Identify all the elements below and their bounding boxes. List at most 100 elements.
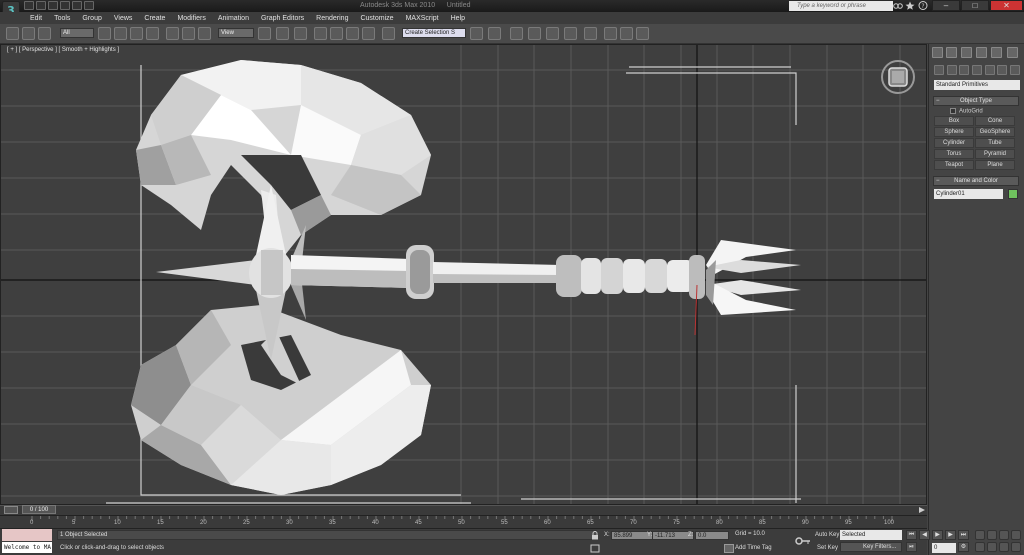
maximize-button[interactable]: □ <box>961 0 989 11</box>
search-input[interactable]: Type a keyword or phrase <box>789 1 893 11</box>
key-filters-button[interactable]: Key Filters... <box>840 542 902 552</box>
angle-snap-icon[interactable] <box>330 27 343 40</box>
move-icon[interactable] <box>166 27 179 40</box>
spinner-snap-icon[interactable] <box>362 27 375 40</box>
z-coordinate-field[interactable]: 0.0 <box>695 531 729 540</box>
geometry-icon[interactable] <box>934 65 944 75</box>
curve-editor-icon[interactable] <box>546 27 559 40</box>
edit-named-selection-icon[interactable] <box>382 27 395 40</box>
menu-tools[interactable]: Tools <box>54 15 70 22</box>
menu-views[interactable]: Views <box>114 15 133 22</box>
menu-graph-editors[interactable]: Graph Editors <box>261 15 304 22</box>
selection-filter-dropdown[interactable]: All <box>60 28 94 38</box>
menu-create[interactable]: Create <box>144 15 165 22</box>
go-to-start-icon[interactable]: ⏮ <box>906 530 917 540</box>
render-production-icon[interactable] <box>636 27 649 40</box>
select-object-icon[interactable] <box>98 27 111 40</box>
unlink-icon[interactable] <box>22 27 35 40</box>
maxscript-listener-top[interactable] <box>2 529 52 541</box>
perspective-viewport[interactable]: [ + ] [ Perspective ] [ Smooth + Highlig… <box>0 44 927 505</box>
maxscript-listener[interactable]: Welcome to MA <box>2 542 52 553</box>
named-selection-dropdown[interactable]: Create Selection S <box>402 28 466 38</box>
help-icon[interactable]: ? <box>918 1 928 10</box>
plane-button[interactable]: Plane <box>975 160 1015 170</box>
utilities-tab-icon[interactable] <box>1007 47 1018 58</box>
redo-icon[interactable] <box>72 1 82 10</box>
time-tag-icon[interactable] <box>724 544 734 553</box>
close-button[interactable]: ✕ <box>990 0 1023 11</box>
maximize-viewport-icon[interactable] <box>1011 542 1021 552</box>
space-warps-icon[interactable] <box>997 65 1007 75</box>
scale-icon[interactable] <box>198 27 211 40</box>
selection-set-dropdown[interactable]: Selected <box>840 530 902 540</box>
viewport-label[interactable]: [ + ] [ Perspective ] [ Smooth + Highlig… <box>7 47 119 53</box>
isolate-selection-icon[interactable] <box>590 544 600 553</box>
cameras-icon[interactable] <box>972 65 982 75</box>
key-mode-icon[interactable]: ⏯ <box>906 542 917 552</box>
lights-icon[interactable] <box>959 65 969 75</box>
schematic-view-icon[interactable] <box>564 27 577 40</box>
shapes-icon[interactable] <box>947 65 957 75</box>
key-icon[interactable] <box>795 536 811 546</box>
modify-tab-icon[interactable] <box>946 47 957 58</box>
rect-selection-icon[interactable] <box>130 27 143 40</box>
menu-edit[interactable]: Edit <box>30 15 42 22</box>
select-manipulate-icon[interactable] <box>276 27 289 40</box>
menu-help[interactable]: Help <box>451 15 465 22</box>
zoom-extents-all-icon[interactable] <box>1011 530 1021 540</box>
pan-icon[interactable] <box>987 542 997 552</box>
open-file-icon[interactable] <box>36 1 46 10</box>
rendered-frame-icon[interactable] <box>620 27 633 40</box>
previous-frame-icon[interactable]: ◀ <box>919 530 930 540</box>
display-tab-icon[interactable] <box>991 47 1002 58</box>
current-frame-field[interactable]: 0 <box>932 543 956 553</box>
select-and-link-icon[interactable] <box>6 27 19 40</box>
render-setup-icon[interactable] <box>604 27 617 40</box>
window-crossing-icon[interactable] <box>146 27 159 40</box>
rotate-icon[interactable] <box>182 27 195 40</box>
menu-maxscript[interactable]: MAXScript <box>406 15 439 22</box>
bind-space-warp-icon[interactable] <box>38 27 51 40</box>
binoculars-icon[interactable] <box>893 1 903 10</box>
graphite-ribbon-icon[interactable] <box>528 27 541 40</box>
minimize-button[interactable]: – <box>932 0 960 11</box>
new-file-icon[interactable] <box>24 1 34 10</box>
reference-coord-dropdown[interactable]: View <box>218 28 254 38</box>
primitive-type-dropdown[interactable]: Standard Primitives <box>934 80 1020 90</box>
torus-button[interactable]: Torus <box>934 149 974 159</box>
set-key-button[interactable]: Set Key <box>817 545 838 551</box>
geosphere-button[interactable]: GeoSphere <box>975 127 1015 137</box>
layer-manager-icon[interactable] <box>510 27 523 40</box>
menu-group[interactable]: Group <box>82 15 101 22</box>
star-icon[interactable] <box>905 1 915 10</box>
motion-tab-icon[interactable] <box>976 47 987 58</box>
menu-animation[interactable]: Animation <box>218 15 249 22</box>
systems-icon[interactable] <box>1010 65 1020 75</box>
teapot-button[interactable]: Teapot <box>934 160 974 170</box>
time-configuration-icon[interactable]: ⚙ <box>958 542 969 552</box>
play-icon[interactable]: ▶ <box>932 530 943 540</box>
cone-button[interactable]: Cone <box>975 116 1015 126</box>
menu-customize[interactable]: Customize <box>360 15 393 22</box>
zoom-icon[interactable] <box>975 530 985 540</box>
time-slider[interactable] <box>0 505 927 515</box>
snaps-toggle-icon[interactable] <box>314 27 327 40</box>
menu-modifiers[interactable]: Modifiers <box>177 15 205 22</box>
material-editor-icon[interactable] <box>584 27 597 40</box>
lock-selection-icon[interactable] <box>590 531 600 540</box>
percent-snap-icon[interactable] <box>346 27 359 40</box>
zoom-all-icon[interactable] <box>987 530 997 540</box>
object-type-rollout[interactable]: − Object Type <box>933 96 1019 106</box>
box-button[interactable]: Box <box>934 116 974 126</box>
helpers-icon[interactable] <box>985 65 995 75</box>
object-color-swatch[interactable] <box>1008 189 1018 199</box>
autogrid-checkbox[interactable]: AutoGrid <box>950 108 983 115</box>
keyboard-shortcut-icon[interactable] <box>294 27 307 40</box>
field-of-view-icon[interactable] <box>975 542 985 552</box>
cylinder-button[interactable]: Cylinder <box>934 138 974 148</box>
zoom-extents-icon[interactable] <box>999 530 1009 540</box>
undo-icon[interactable] <box>60 1 70 10</box>
next-frame-icon[interactable]: ▶ <box>945 530 956 540</box>
create-tab-icon[interactable] <box>932 47 943 58</box>
go-to-end-icon[interactable]: ⏭ <box>958 530 969 540</box>
